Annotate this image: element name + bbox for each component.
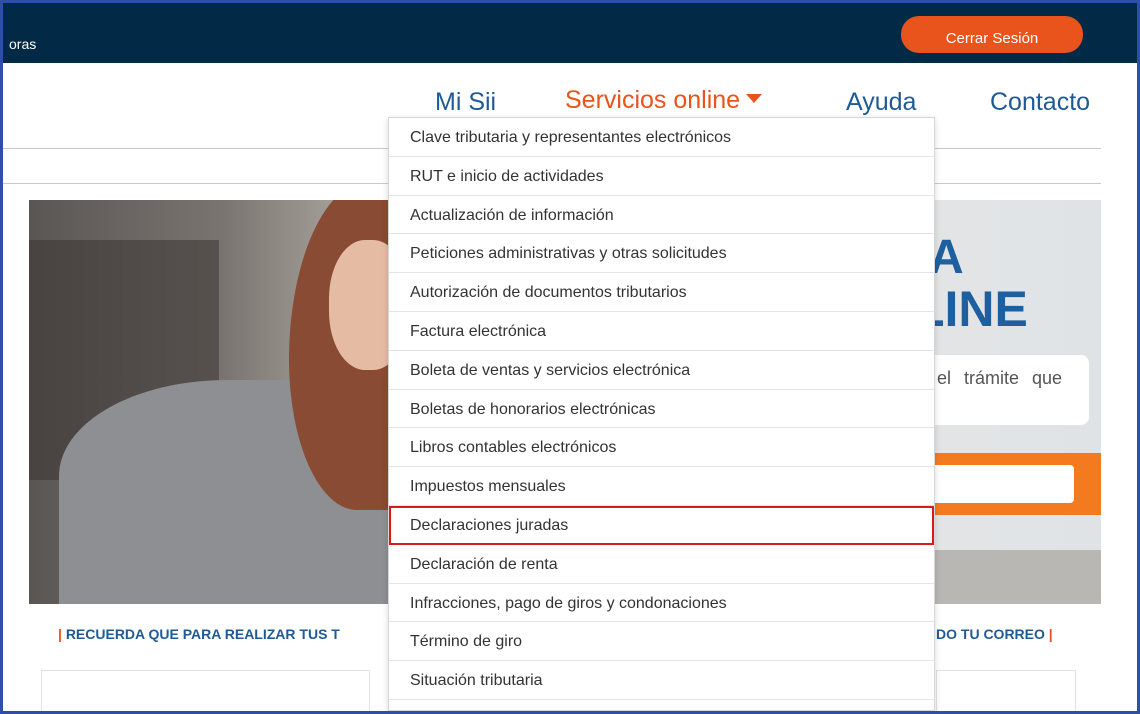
content-card <box>936 670 1076 714</box>
content-card <box>41 670 370 714</box>
menu-item-autorizacion[interactable]: Autorización de documentos tributarios <box>389 273 934 312</box>
top-bar: oras Cerrar Sesión <box>3 3 1137 63</box>
menu-item-declaraciones-juradas[interactable]: Declaraciones juradas <box>389 505 934 545</box>
menu-item-infracciones[interactable]: Infracciones, pago de giros y condonacio… <box>389 584 934 623</box>
menu-item-boleta-ventas[interactable]: Boleta de ventas y servicios electrónica <box>389 351 934 390</box>
menu-item-libros-contables[interactable]: Libros contables electrónicos <box>389 428 934 468</box>
caret-down-icon <box>746 94 763 103</box>
nav-mi-sii[interactable]: Mi Sii <box>435 88 496 117</box>
menu-item-rut-inicio[interactable]: RUT e inicio de actividades <box>389 157 934 196</box>
menu-item-clave-tributaria[interactable]: Clave tributaria y representantes electr… <box>389 118 934 157</box>
menu-item-termino-giro[interactable]: Término de giro <box>389 622 934 662</box>
notice-right: DO TU CORREO | <box>936 626 1053 642</box>
nav-servicios-online[interactable]: Servicios online <box>565 86 763 115</box>
hero-description: el trámite que <box>937 368 1063 388</box>
menu-item-impuestos-mensuales[interactable]: Impuestos mensuales <box>389 467 934 506</box>
logout-button[interactable]: Cerrar Sesión <box>901 16 1083 53</box>
notice-left: | RECUERDA QUE PARA REALIZAR TUS T <box>58 626 340 642</box>
menu-item-situacion-tributaria[interactable]: Situación tributaria <box>389 661 934 700</box>
nav-ayuda[interactable]: Ayuda <box>846 88 916 117</box>
nav-servicios-label: Servicios online <box>565 86 741 114</box>
nav-contacto[interactable]: Contacto <box>990 88 1090 117</box>
servicios-online-dropdown: Clave tributaria y representantes electr… <box>388 117 935 711</box>
menu-item-factura[interactable]: Factura electrónica <box>389 312 934 351</box>
top-bar-text: oras <box>9 36 37 52</box>
menu-item-boletas-honorarios[interactable]: Boletas de honorarios electrónicas <box>389 390 934 429</box>
menu-item-peticiones[interactable]: Peticiones administrativas y otras solic… <box>389 234 934 274</box>
menu-item-actualizacion[interactable]: Actualización de información <box>389 196 934 235</box>
menu-item-declaracion-renta[interactable]: Declaración de renta <box>389 545 934 584</box>
